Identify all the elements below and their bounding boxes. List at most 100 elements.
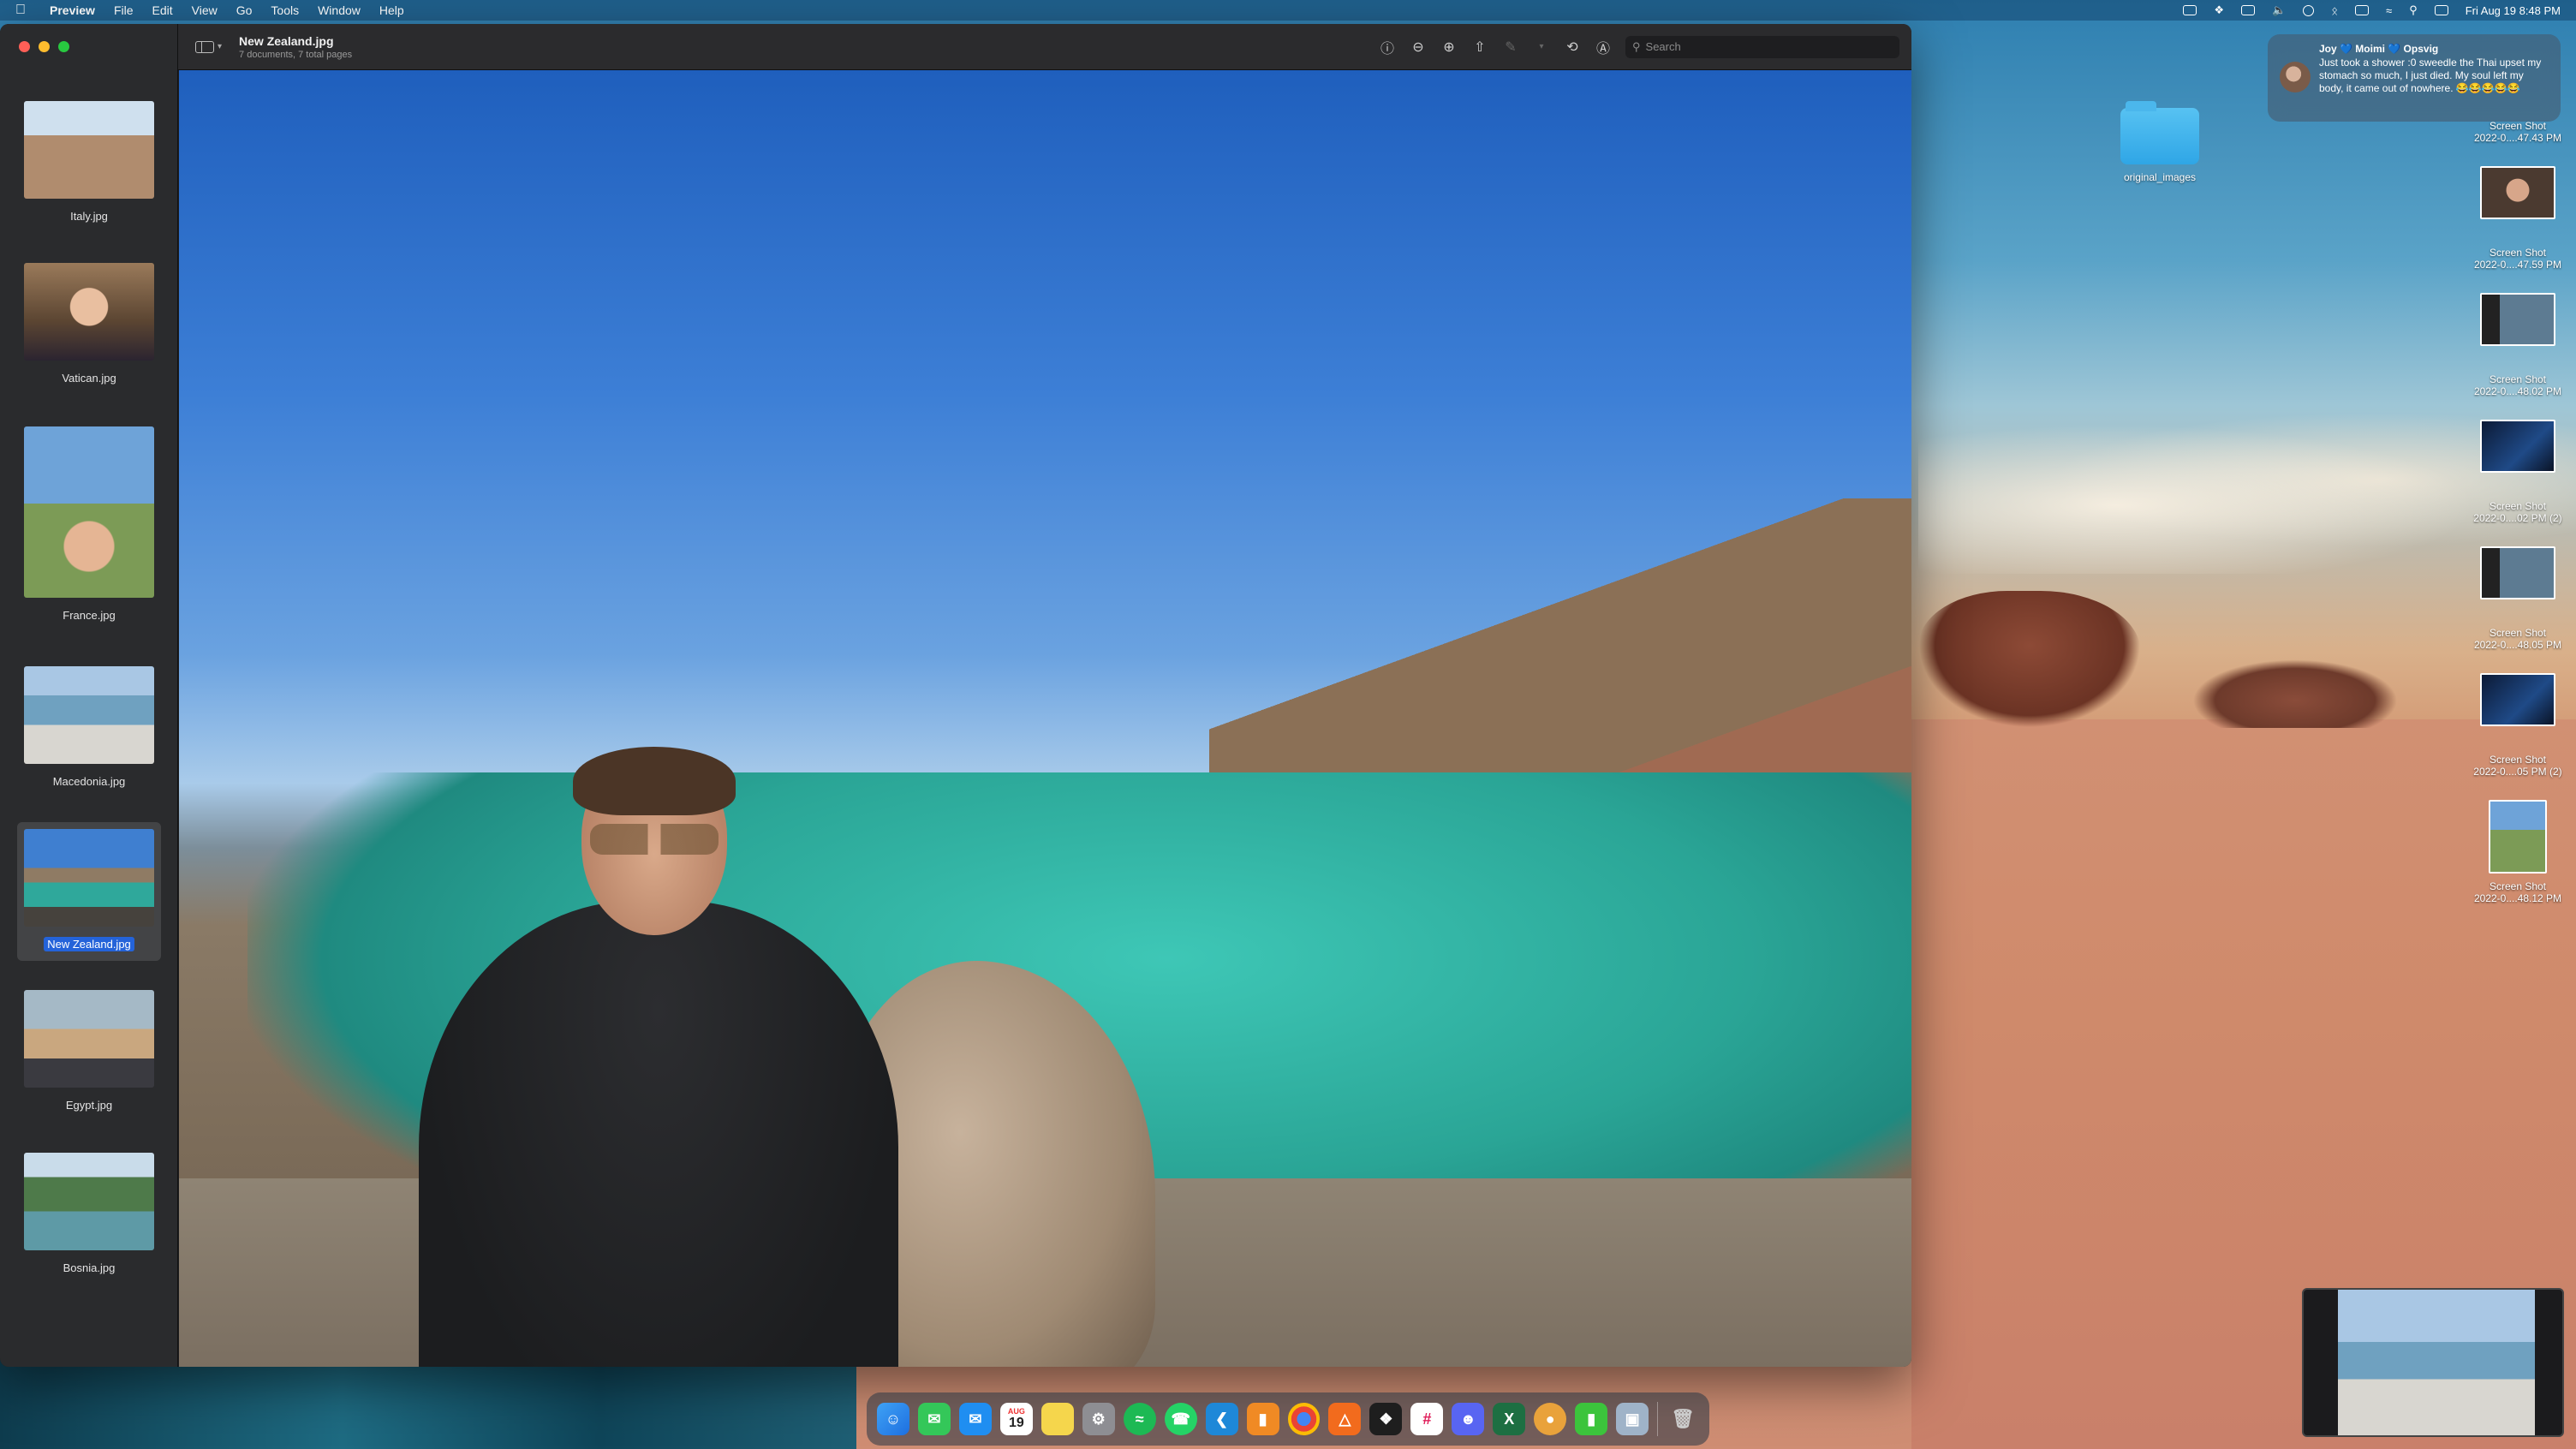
discord-icon[interactable]: ☻ [1452,1403,1485,1435]
notification-message: Just took a shower :0 sweedle the Thai u… [2319,57,2542,94]
notes-icon[interactable] [1041,1403,1074,1435]
chevron-down-icon[interactable]: ▾ [218,42,222,51]
desktop-screenshot[interactable]: Screen Shot 2022-0....48.02 PM [2466,373,2569,481]
messages-icon[interactable]: ✉ [917,1403,951,1435]
thumbnail-vatican[interactable]: Vatican.jpg [17,263,161,386]
dock: ☺ ✉ ✉ AUG 19 ⚙ ≈ ☎ ❮ ▮ △ ❖ # ☻ X ● ▮ ▣ 🗑 [867,1392,1709,1446]
markup-icon[interactable]: Ⓐ [1595,39,1612,57]
screen-mirroring-icon[interactable] [2183,5,2197,15]
folder-icon [2120,101,2199,164]
toolbar-actions: ⓘ ⊖ ⊕ ⇧ ✎ ▾ ⟲ Ⓐ ⚲ Search [1379,35,1899,58]
markup-pen-icon[interactable]: ✎ [1502,39,1519,56]
screenshot-label-line1: Screen Shot [2489,120,2547,132]
desktop-left-strip [0,1353,856,1449]
calendar-icon[interactable]: AUG 19 [999,1403,1033,1435]
info-icon[interactable]: ⓘ [1379,39,1396,57]
window-controls [19,41,69,52]
screenshot-label-line1: Screen Shot [2489,880,2547,892]
thumbnail-label: Italy.jpg [70,210,108,223]
excel-icon[interactable]: X [1493,1403,1526,1435]
battery-icon[interactable] [2355,5,2370,15]
thumbnail-bosnia[interactable]: Bosnia.jpg [17,1153,161,1276]
finder-icon[interactable]: ☺ [877,1403,909,1435]
cyberduck-icon[interactable]: ● [1534,1403,1567,1435]
apple-icon[interactable]:  [15,3,26,18]
menu-help[interactable]: Help [379,3,404,17]
search-icon: ⚲ [1632,39,1641,53]
zoom-in-icon[interactable]: ⊕ [1440,39,1458,56]
photo-person-hair [573,747,736,815]
desktop-screenshot[interactable]: Screen Shot 2022-0....47.59 PM [2466,247,2569,355]
menu-view[interactable]: View [192,3,218,17]
volume-icon[interactable]: 🔈 [2272,3,2286,17]
zoom-button[interactable] [58,41,69,52]
clock[interactable]: Fri Aug 19 8:48 PM [2466,4,2561,17]
wifi-icon[interactable]: ≈ [2386,4,2392,17]
desktop-screenshot[interactable]: Screen Shot 2022-0....48.12 PM [2466,880,2569,904]
focus-icon[interactable] [2303,4,2315,16]
thumbnail-italy[interactable]: Italy.jpg [17,101,161,224]
vscode-icon[interactable]: ❮ [1205,1403,1238,1435]
spotlight-icon[interactable]: ⚲ [2409,3,2418,17]
status-area: ❖ 🔈 ᛟ ≈ ⚲ Fri Aug 19 8:48 PM [2183,3,2561,17]
spotify-icon[interactable]: ≈ [1123,1403,1156,1435]
figma-icon[interactable]: ❖ [1369,1403,1403,1435]
photo-person-jacket [419,901,898,1367]
sourcetree-icon[interactable]: △ [1328,1403,1362,1435]
menu-go[interactable]: Go [236,3,253,17]
close-button[interactable] [19,41,30,52]
control-center-icon[interactable] [2434,5,2448,15]
thumbnail-label: Vatican.jpg [62,372,116,385]
rotate-icon[interactable]: ⟲ [1564,39,1581,56]
desktop-folder[interactable]: original_images [2119,101,2201,183]
message-notification[interactable]: Joy 💙 Moimi 💙 Opsvig Just took a shower … [2268,34,2561,122]
screenshot-label-line1: Screen Shot [2489,247,2547,259]
screenshot-thumbnail [2480,673,2555,726]
desktop-screenshot[interactable]: Screen Shot 2022-0....05 PM (2) [2466,754,2569,882]
share-icon[interactable]: ⇧ [1471,39,1488,56]
whatsapp-icon[interactable]: ☎ [1164,1403,1197,1435]
search-field[interactable]: ⚲ Search [1625,35,1899,58]
chrome-icon[interactable] [1287,1403,1321,1435]
menu-tools[interactable]: Tools [271,3,299,17]
thumbnail-france[interactable]: France.jpg [17,426,161,623]
screenshot-label-line1: Screen Shot [2489,754,2547,766]
menu-file[interactable]: File [114,3,134,17]
thumbnail-macedonia[interactable]: Macedonia.jpg [17,666,161,790]
dropbox-icon[interactable]: ❖ [2214,3,2224,17]
menu-edit[interactable]: Edit [152,3,173,17]
menu-app-name[interactable]: Preview [50,3,95,17]
thumbnail-label: New Zealand.jpg [44,937,134,951]
system-preferences-icon[interactable]: ⚙ [1082,1403,1115,1435]
desktop-screenshot[interactable]: Screen Shot 2022-0....02 PM (2) [2466,500,2569,608]
numbers-icon[interactable]: ▮ [1575,1403,1608,1435]
slack-icon[interactable]: # [1410,1403,1444,1435]
minimize-button[interactable] [39,41,50,52]
screenshot-label-line2: 2022-0....47.59 PM [2473,259,2562,271]
thumbnail-image [24,829,154,927]
zoom-out-icon[interactable]: ⊖ [1410,39,1427,56]
desktop-screenshot[interactable]: Screen Shot 2022-0....48.05 PM [2466,627,2569,735]
search-placeholder: Search [1645,40,1681,53]
thumbnail-sidebar: Italy.jpg Vatican.jpg France.jpg Macedon… [0,24,178,1367]
chevron-down-icon[interactable]: ▾ [1533,39,1550,56]
display-icon[interactable] [2241,5,2256,15]
thumbnail-new-zealand[interactable]: New Zealand.jpg [17,822,161,961]
books-icon[interactable]: ▮ [1246,1403,1279,1435]
main-photo[interactable] [179,70,1911,1367]
screenshot-label-line2: 2022-0....05 PM (2) [2473,766,2562,778]
sidebar-toggle-icon[interactable] [195,40,214,53]
bluetooth-icon[interactable]: ᛟ [2331,4,2338,17]
desktop-mesa [1918,591,2141,728]
mail-icon[interactable]: ✉ [958,1403,992,1435]
trash-icon[interactable]: 🗑 [1667,1403,1699,1435]
menu-window[interactable]: Window [318,3,361,17]
thumbnail-egypt[interactable]: Egypt.jpg [17,990,161,1113]
desktop-screenshot[interactable]: Screen Shot 2022-0....47.43 PM [2466,120,2569,228]
screenshot-preview-thumbnail[interactable] [2302,1288,2564,1437]
thumbnail-image [24,426,154,598]
screenshot-label-line1: Screen Shot [2489,627,2547,639]
avatar [2280,62,2311,92]
preview-icon[interactable]: ▣ [1616,1403,1649,1435]
thumbnail-image [24,1153,154,1250]
